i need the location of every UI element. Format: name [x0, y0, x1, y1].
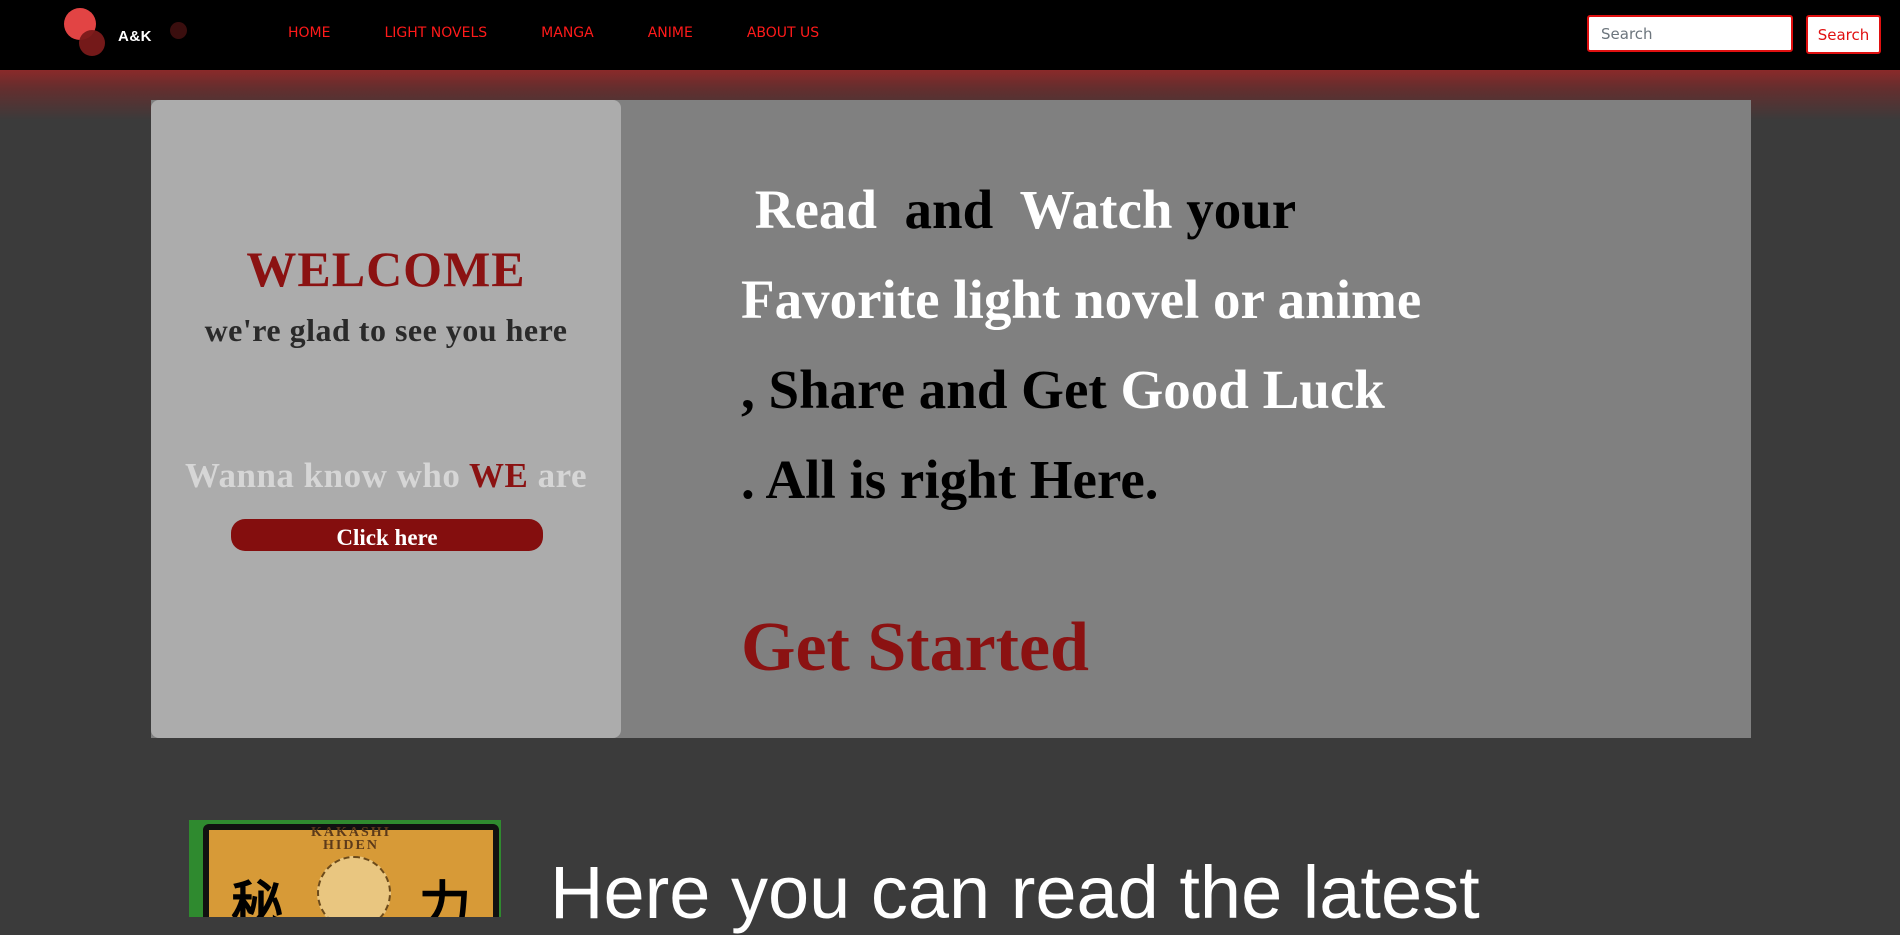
tagline-line-1: Read and Watch your: [741, 165, 1421, 255]
navbar: A&K HOME LIGHT NOVELS MANGA ANIME ABOUT …: [0, 0, 1900, 70]
welcome-card: WELCOME we're glad to see you here Wanna…: [151, 100, 621, 738]
welcome-subtitle: we're glad to see you here: [204, 312, 568, 348]
about-prompt-pre: Wanna know who: [184, 456, 470, 495]
tagline-watch: Watch: [1006, 179, 1187, 240]
hero-tagline: Read and Watch your Favorite light novel…: [741, 165, 1421, 525]
tagline-your: your: [1186, 179, 1297, 240]
cover-kanji-left: 秘: [231, 876, 284, 917]
nav-about-us[interactable]: ABOUT US: [747, 25, 819, 41]
cover-frame: KAKASHI HIDEN 秘 力: [203, 824, 499, 917]
cover-kanji-right: 力: [418, 876, 471, 917]
about-prompt: Wanna know who WE are: [151, 456, 621, 496]
tagline-read: Read: [741, 179, 891, 240]
tagline-line-4: . All is right Here.: [741, 435, 1421, 525]
nav-anime[interactable]: ANIME: [648, 25, 693, 41]
nav-home[interactable]: HOME: [288, 25, 330, 41]
nav-manga[interactable]: MANGA: [541, 25, 594, 41]
logo-circle-dark[interactable]: [79, 30, 105, 56]
tagline-all-right-here: . All is right Here.: [741, 449, 1159, 510]
tagline-line-3: , Share and Get Good Luck: [741, 345, 1421, 435]
tagline-favorite: Favorite light novel or anime: [741, 269, 1422, 330]
kakashi-hiden-cover[interactable]: KAKASHI HIDEN 秘 力: [189, 820, 501, 917]
tagline-share: , Share and Get: [741, 359, 1121, 420]
about-prompt-post: are: [528, 456, 588, 495]
search-button[interactable]: Search: [1806, 15, 1881, 54]
cover-character-illustration: [317, 856, 391, 917]
cover-title: KAKASHI HIDEN: [209, 826, 493, 853]
cover-title-line-2: HIDEN: [323, 838, 379, 853]
hero-section: WELCOME we're glad to see you here Wanna…: [151, 100, 1751, 738]
get-started-link[interactable]: Get Started: [741, 608, 1089, 688]
search-input[interactable]: [1587, 15, 1793, 52]
tagline-good-luck: Good Luck: [1120, 359, 1385, 420]
latest-heading: Here you can read the latest: [550, 851, 1480, 934]
tagline-and: and: [890, 179, 1007, 240]
nav-light-novels[interactable]: LIGHT NOVELS: [384, 25, 487, 41]
about-prompt-we: WE: [469, 456, 529, 495]
nav-links: HOME LIGHT NOVELS MANGA ANIME ABOUT US: [288, 25, 873, 41]
logo-circle-small: [170, 22, 187, 39]
tagline-line-2: Favorite light novel or anime: [741, 255, 1421, 345]
welcome-title: WELCOME: [246, 241, 526, 297]
brand-name[interactable]: A&K: [118, 28, 152, 45]
click-here-button[interactable]: Click here: [231, 519, 543, 551]
